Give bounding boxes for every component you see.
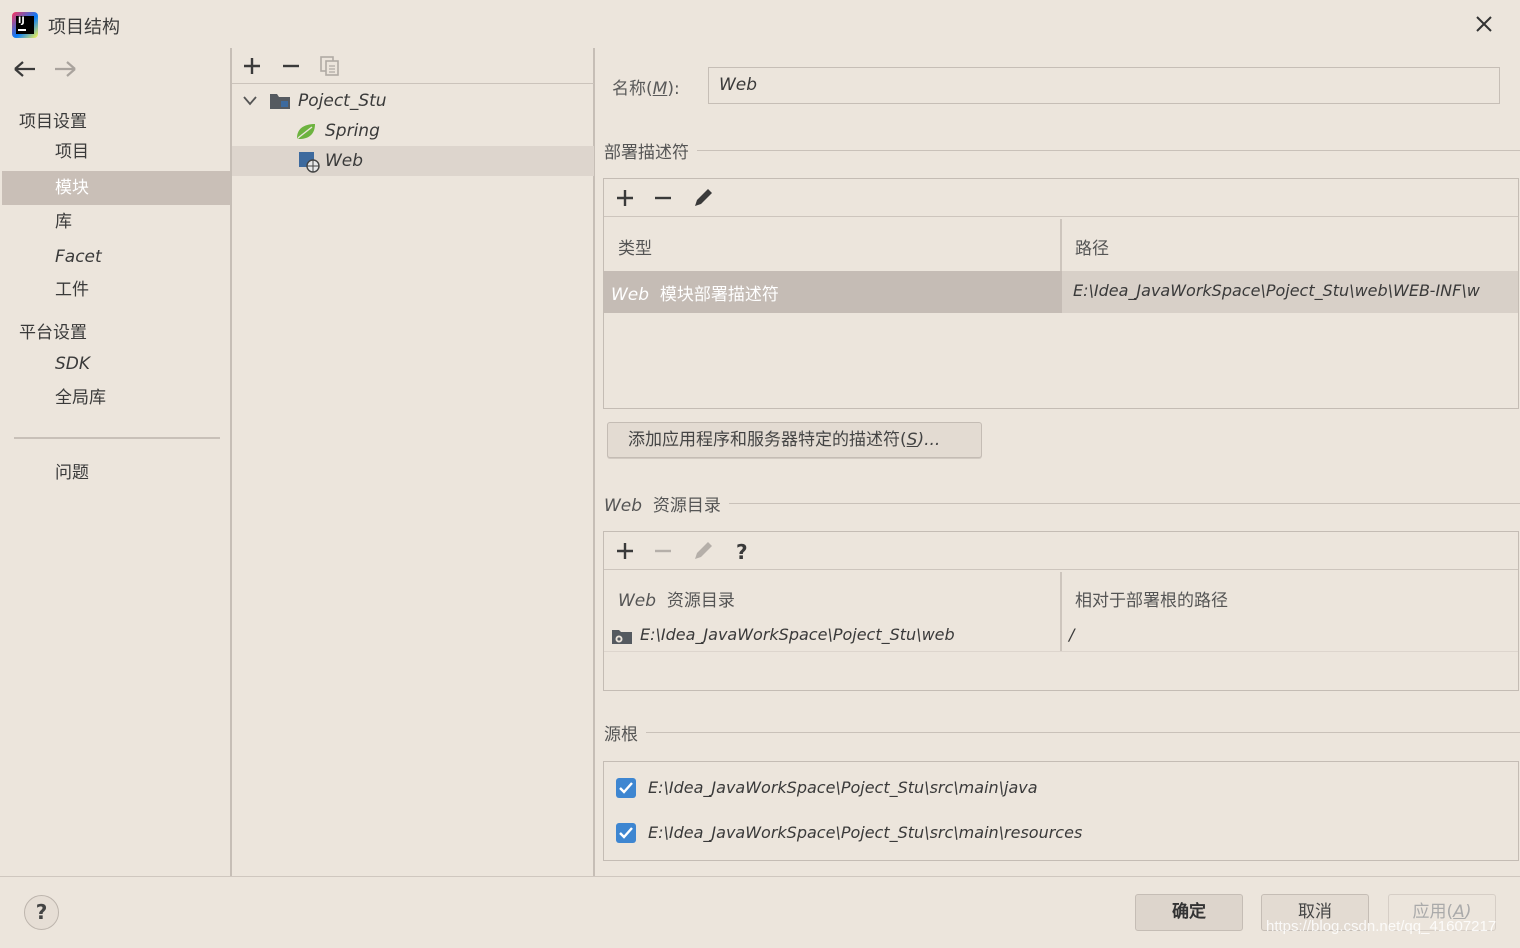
ok-button[interactable]: 确定: [1135, 894, 1243, 931]
web-module-icon: [298, 151, 320, 173]
section-title-deployment-descriptors: 部署描述符: [604, 138, 697, 163]
column-header-path[interactable]: 路径: [1075, 234, 1109, 259]
nav-header-platform-settings: 平台设置: [19, 318, 87, 343]
footer-divider: [0, 876, 1520, 877]
table-row[interactable]: E:\Idea_JavaWorkSpace\Poject_Stu\web /: [604, 620, 1518, 652]
tree-node-web[interactable]: Web: [232, 146, 594, 176]
mnemonic: M: [653, 79, 668, 99]
plus-icon: [613, 186, 637, 210]
descriptor-toolbar: [604, 179, 1518, 217]
section-divider: [604, 732, 1520, 733]
arrow-right-icon: [52, 58, 78, 80]
nav-item-modules[interactable]: 模块: [2, 171, 231, 205]
web-resources-table: ? Web 资源目录 相对于部署根的路径 E:\Idea_JavaWorkSpa…: [603, 531, 1519, 691]
table-row[interactable]: Web 模块部署描述符 E:\Idea_JavaWorkSpace\Poject…: [604, 271, 1518, 313]
section-title-source-roots: 源根: [604, 720, 646, 745]
name-input[interactable]: Web: [708, 67, 1500, 104]
title-bar: [0, 0, 1520, 48]
chevron-down-icon[interactable]: [242, 94, 258, 108]
nav-item-artifacts[interactable]: 工件: [2, 273, 231, 307]
tree-node-root[interactable]: Poject_Stu: [232, 86, 594, 116]
nav-header-project-settings: 项目设置: [19, 107, 87, 132]
source-roots-list: E:\Idea_JavaWorkSpace\Poject_Stu\src\mai…: [603, 761, 1519, 861]
copy-module-button[interactable]: [318, 54, 342, 78]
add-descriptor-button-icon[interactable]: [613, 186, 637, 210]
web-folder-icon: [611, 628, 633, 645]
svg-text:?: ?: [736, 540, 748, 563]
pencil-icon: [691, 186, 715, 210]
web-resource-path: E:\Idea_JavaWorkSpace\Poject_Stu\web: [640, 625, 955, 644]
close-button[interactable]: [1470, 10, 1498, 38]
add-server-descriptor-button[interactable]: 添加应用程序和服务器特定的描述符(S)...: [607, 422, 982, 458]
add-web-resource-button[interactable]: [613, 539, 637, 563]
edit-web-resource-button[interactable]: [691, 539, 715, 563]
source-root-checkbox[interactable]: [616, 823, 636, 843]
remove-descriptor-button[interactable]: [651, 186, 675, 210]
forward-button[interactable]: [52, 58, 78, 85]
column-header-web-resource-dir[interactable]: Web 资源目录: [618, 586, 735, 611]
tree-node-label: Spring: [325, 116, 380, 146]
plus-icon: [613, 539, 637, 563]
nav-item-project[interactable]: 项目: [2, 135, 231, 169]
remove-web-resource-button[interactable]: [651, 539, 675, 563]
nav-item-global-libraries[interactable]: 全局库: [2, 381, 231, 415]
deployment-descriptors-table: 类型 路径 Web 模块部署描述符 E:\Idea_JavaWorkSpace\…: [603, 178, 1519, 409]
descriptor-path: E:\Idea_JavaWorkSpace\Poject_Stu\web\WEB…: [1073, 281, 1480, 300]
source-root-path: E:\Idea_JavaWorkSpace\Poject_Stu\src\mai…: [648, 823, 1082, 842]
list-item[interactable]: E:\Idea_JavaWorkSpace\Poject_Stu\src\mai…: [604, 819, 1518, 851]
minus-icon: [279, 54, 303, 78]
web-resources-toolbar: ?: [604, 532, 1518, 570]
help-web-resource-button[interactable]: ?: [730, 539, 754, 563]
pencil-icon: [691, 539, 715, 563]
checkmark-icon: [616, 823, 636, 843]
tree-node-label: Web: [325, 146, 363, 176]
remove-module-button[interactable]: [279, 54, 303, 78]
nav-divider: [14, 437, 220, 439]
question-icon: ?: [730, 539, 754, 563]
section-divider: [604, 503, 1520, 504]
name-label: 名称(M):: [612, 74, 680, 99]
intellij-logo-icon: IJ: [12, 12, 38, 38]
column-header-type[interactable]: 类型: [618, 234, 652, 259]
help-button[interactable]: ?: [24, 895, 59, 930]
source-root-path: E:\Idea_JavaWorkSpace\Poject_Stu\src\mai…: [648, 778, 1038, 797]
relative-path: /: [1069, 625, 1074, 644]
list-item[interactable]: E:\Idea_JavaWorkSpace\Poject_Stu\src\mai…: [604, 774, 1518, 806]
back-button[interactable]: [12, 58, 38, 85]
plus-icon: [240, 54, 264, 78]
minus-icon: [651, 539, 675, 563]
section-title-web-resources: Web 资源目录: [604, 491, 729, 516]
nav-item-facets[interactable]: Facet: [2, 240, 231, 274]
tree-node-label: Poject_Stu: [298, 86, 387, 116]
spring-leaf-icon: [295, 122, 317, 140]
checkmark-icon: [616, 778, 636, 798]
module-folder-icon: [269, 92, 291, 110]
source-root-checkbox[interactable]: [616, 778, 636, 798]
copy-icon: [318, 54, 342, 78]
tree-node-spring[interactable]: Spring: [232, 116, 594, 146]
arrow-left-icon: [12, 58, 38, 80]
edit-descriptor-button[interactable]: [691, 186, 715, 210]
nav-item-problems[interactable]: 问题: [2, 456, 231, 490]
minus-icon: [651, 186, 675, 210]
close-icon: [1470, 10, 1498, 38]
nav-item-libraries[interactable]: 库: [2, 205, 231, 239]
window-title: 项目结构: [48, 13, 120, 39]
add-module-button[interactable]: [240, 54, 264, 78]
watermark-text: https://blog.csdn.net/qq_41607217: [1266, 918, 1496, 935]
nav-item-sdk[interactable]: SDK: [2, 347, 231, 381]
column-header-relative-path[interactable]: 相对于部署根的路径: [1075, 586, 1228, 611]
section-divider: [604, 150, 1520, 151]
